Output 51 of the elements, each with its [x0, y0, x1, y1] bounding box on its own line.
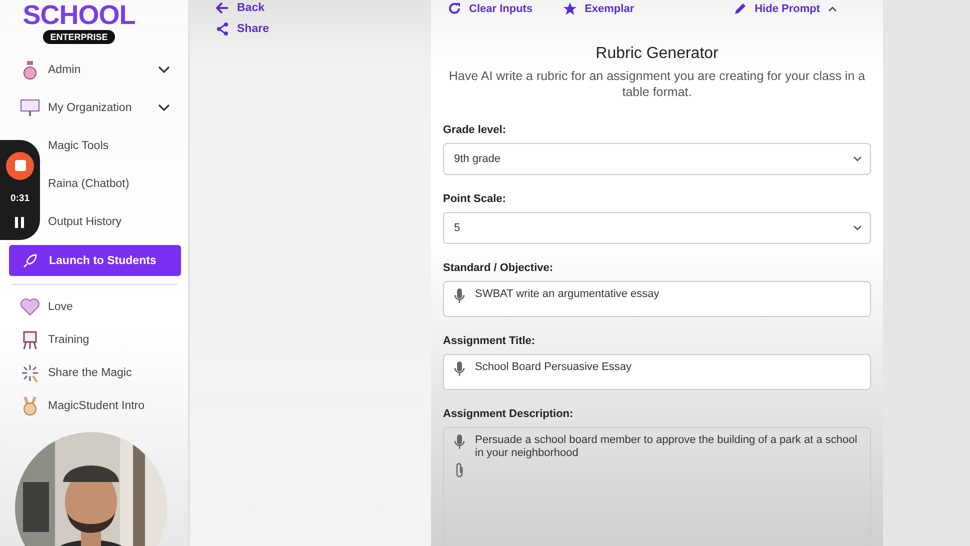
sidebar-item[interactable]: Training: [46, 328, 178, 351]
back-arrow-icon: [216, 2, 229, 14]
logo-badge: ENTERPRISE: [43, 30, 115, 44]
chevron-down-icon: [853, 225, 862, 231]
sidebar-item[interactable]: My Organization: [46, 96, 178, 119]
sidebar-item[interactable]: Raina (Chatbot): [46, 172, 178, 195]
text-field[interactable]: SWBAT write an argumentative essay: [443, 281, 871, 317]
sidebar-item[interactable]: Magic Tools: [46, 134, 178, 157]
refresh-icon: [448, 2, 461, 15]
recording-time: 0:31: [10, 192, 30, 204]
sparkler-icon: [20, 362, 40, 382]
toolbar-button[interactable]: Hide Prompt: [734, 2, 837, 15]
pencil-icon: [734, 2, 747, 15]
field-label: Standard / Objective:: [443, 262, 554, 274]
stop-button[interactable]: [6, 152, 34, 180]
text-area[interactable]: Persuade a school board member to approve the building of a park at a school in your neighborhood: [443, 427, 871, 546]
share-link[interactable]: Share: [216, 22, 431, 36]
logo-text: SCHOOL: [22, 2, 136, 29]
pause-button[interactable]: [15, 217, 25, 228]
paperclip-icon[interactable]: [455, 462, 464, 478]
heart-icon: [20, 298, 40, 316]
share-icon: [216, 22, 229, 36]
field-label: Assignment Title:: [443, 335, 536, 347]
star-icon: [562, 2, 577, 16]
form-description: Have AI write a rubric for an assignment you are creating for your class in a table format.: [448, 68, 866, 100]
select-field[interactable]: 5: [443, 212, 871, 244]
form-title: Rubric Generator: [594, 45, 720, 63]
field-label: Assignment Description:: [443, 408, 574, 420]
text-field[interactable]: School Board Persuasive Essay: [443, 354, 871, 390]
chevron-down-icon: [853, 156, 862, 162]
sidebar-item[interactable]: MagicStudent Intro: [46, 394, 178, 417]
sidebar-item[interactable]: Love: [46, 295, 178, 318]
field-label: Grade level:: [443, 124, 507, 136]
select-field[interactable]: 9th grade: [443, 143, 871, 175]
launch-button[interactable]: Launch to Students: [9, 245, 181, 276]
back-link[interactable]: Back: [216, 2, 431, 14]
microphone-icon[interactable]: [454, 288, 465, 304]
presentation-board-icon: [20, 98, 40, 116]
sidebar-item[interactable]: Share the Magic: [46, 361, 178, 384]
easel-icon: [22, 330, 38, 350]
sidebar-item[interactable]: Admin: [46, 58, 178, 81]
chevron-down-icon[interactable]: [158, 66, 170, 74]
sidebar-item[interactable]: Output History: [46, 210, 178, 233]
microphone-icon[interactable]: [454, 434, 465, 450]
microphone-icon[interactable]: [454, 361, 465, 377]
potion-bottle-icon: [21, 60, 39, 80]
field-label: Point Scale:: [443, 193, 507, 205]
toolbar-button[interactable]: Exemplar: [562, 2, 634, 16]
toolbar-button[interactable]: Clear Inputs: [448, 2, 533, 15]
caret-up-icon: [828, 6, 837, 12]
chevron-down-icon[interactable]: [158, 104, 170, 112]
